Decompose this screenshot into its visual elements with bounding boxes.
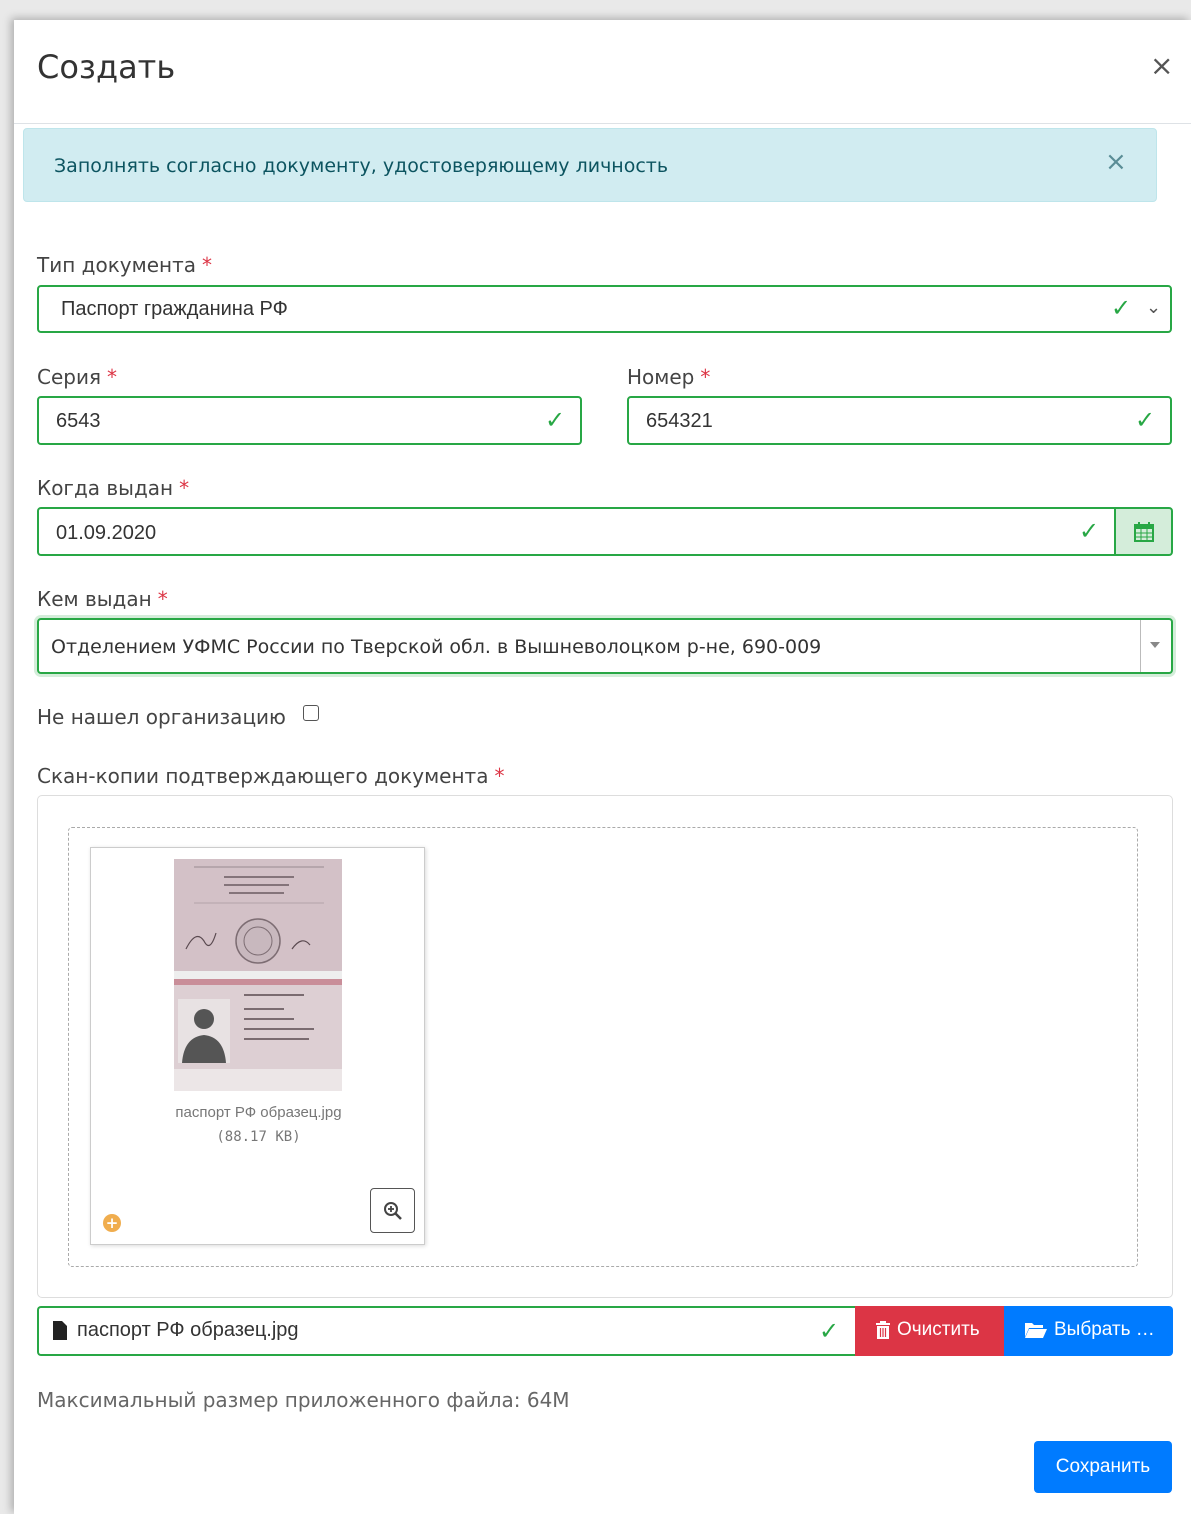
required-mark: * xyxy=(494,764,505,788)
check-icon: ✓ xyxy=(819,1317,840,1345)
selected-file-field[interactable]: паспорт РФ образец.jpg ✓ xyxy=(37,1306,857,1356)
max-size-hint: Максимальный размер приложенного файла: … xyxy=(37,1388,570,1412)
series-input[interactable]: 6543 ✓ xyxy=(37,396,582,445)
issued-by-label: Кем выдан * xyxy=(37,587,168,611)
doc-type-value: Паспорт гражданина РФ xyxy=(61,298,288,320)
chevron-down-icon: ⌄ xyxy=(1146,297,1162,318)
number-value: 654321 xyxy=(646,410,713,432)
plus-circle-icon: + xyxy=(103,1214,121,1232)
alert-close-icon[interactable]: × xyxy=(1105,147,1127,177)
trash-icon xyxy=(876,1321,890,1339)
check-icon: ✓ xyxy=(545,406,566,434)
issued-by-dropdown-toggle[interactable] xyxy=(1140,620,1171,672)
selected-file-name: паспорт РФ образец.jpg xyxy=(77,1319,299,1341)
issued-date-value: 01.09.2020 xyxy=(56,522,157,544)
series-value: 6543 xyxy=(56,410,101,432)
check-icon: ✓ xyxy=(1079,517,1100,545)
info-alert: Заполнять согласно документу, удостоверя… xyxy=(23,128,1157,202)
issued-date-label: Когда выдан * xyxy=(37,476,190,500)
file-icon xyxy=(53,1321,67,1340)
doc-type-label: Тип документа * xyxy=(37,253,213,277)
check-icon: ✓ xyxy=(1111,294,1132,322)
issued-date-input[interactable]: 01.09.2020 ✓ xyxy=(37,507,1116,556)
thumbnail-file-name: паспорт РФ образец.jpg xyxy=(175,1104,342,1121)
issued-by-select[interactable]: Отделением УФМС России по Тверской обл. … xyxy=(37,618,1173,674)
number-label: Номер * xyxy=(627,365,711,389)
not-found-org-label: Не нашел организацию xyxy=(37,705,286,729)
required-mark: * xyxy=(202,253,213,277)
clear-button-label: Очистить xyxy=(897,1319,980,1340)
header-divider xyxy=(14,123,1191,124)
calendar-button[interactable] xyxy=(1115,507,1173,556)
required-mark: * xyxy=(179,476,190,500)
required-mark: * xyxy=(157,587,168,611)
issued-by-value: Отделением УФМС России по Тверской обл. … xyxy=(51,636,822,658)
close-icon[interactable]: × xyxy=(1150,52,1173,80)
series-label: Серия * xyxy=(37,365,117,389)
modal-title: Создать xyxy=(37,48,176,86)
calendar-icon xyxy=(1134,522,1154,542)
choose-file-label: Выбрать … xyxy=(1054,1319,1155,1340)
required-mark: * xyxy=(107,365,117,389)
check-icon: ✓ xyxy=(1135,406,1156,434)
clear-button[interactable]: Очистить xyxy=(855,1306,1004,1356)
not-found-org-checkbox[interactable] xyxy=(303,705,319,721)
folder-open-icon xyxy=(1025,1323,1047,1338)
zoom-button[interactable] xyxy=(370,1188,415,1233)
file-thumbnail-card: паспорт РФ образец.jpg (88.17 KB) + xyxy=(90,847,425,1245)
caret-down-icon xyxy=(1150,642,1160,648)
alert-text: Заполнять согласно документу, удостоверя… xyxy=(54,155,669,177)
doc-type-select[interactable]: Паспорт гражданина РФ ✓ ⌄ xyxy=(37,285,1172,333)
thumbnail-file-size: (88.17 KB) xyxy=(216,1129,301,1145)
required-mark: * xyxy=(700,365,711,389)
scans-label: Скан-копии подтверждающего документа * xyxy=(37,764,505,788)
zoom-in-icon xyxy=(384,1202,402,1220)
number-input[interactable]: 654321 ✓ xyxy=(627,396,1172,445)
passport-preview-image xyxy=(174,859,342,1091)
choose-file-button[interactable]: Выбрать … xyxy=(1004,1306,1173,1356)
save-button[interactable]: Сохранить xyxy=(1034,1441,1172,1493)
